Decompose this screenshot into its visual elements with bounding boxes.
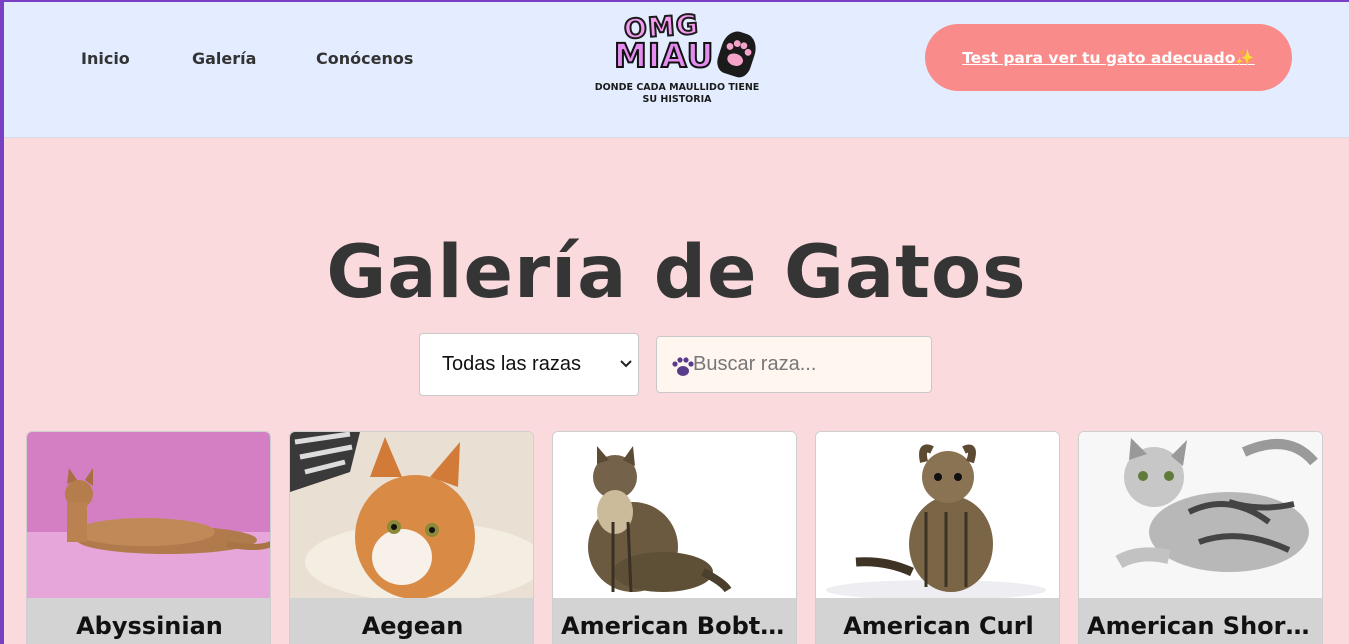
site-logo[interactable]: OMG MIAU DONDE CADA MAULLIDO TIENE SU HI…: [592, 8, 762, 118]
cat-card-name: Abyssinian: [27, 598, 270, 644]
breed-select[interactable]: Todas las razas: [419, 333, 639, 396]
nav-conocenos[interactable]: Conócenos: [316, 49, 413, 68]
cat-card-name: American Curl: [816, 598, 1059, 644]
cat-photo: [27, 432, 270, 598]
cat-photo: [1079, 432, 1322, 598]
page-title: Galería de Gatos: [326, 230, 1027, 315]
cat-photo: [553, 432, 796, 598]
cat-test-button[interactable]: Test para ver tu gato adecuado✨: [925, 24, 1292, 91]
app-window: Inicio Galería Conócenos OMG MIAU DONDE …: [4, 2, 1349, 644]
paw-icon: [670, 354, 696, 380]
cat-card-name: American Bobtail: [553, 598, 796, 644]
logo-tagline: DONDE CADA MAULLIDO TIENE SU HISTORIA: [594, 82, 760, 105]
cat-card[interactable]: Abyssinian: [26, 431, 271, 644]
search-placeholder: Buscar raza...: [693, 353, 817, 375]
search-input[interactable]: Buscar raza...: [656, 336, 932, 393]
cat-card[interactable]: American Curl: [815, 431, 1060, 644]
breed-select-value: Todas las razas: [442, 353, 581, 375]
cat-card[interactable]: American Bobtail: [552, 431, 797, 644]
chevron-down-icon: [620, 356, 632, 372]
cat-card-name: American Shorthair: [1079, 598, 1322, 644]
nav-galeria[interactable]: Galería: [192, 49, 256, 68]
cat-photo: [290, 432, 533, 602]
logo-miau-text: MIAU: [613, 35, 715, 76]
nav-inicio[interactable]: Inicio: [81, 49, 130, 68]
site-header: Inicio Galería Conócenos OMG MIAU DONDE …: [4, 2, 1349, 138]
cat-card-name: Aegean: [290, 598, 533, 644]
cat-photo: [816, 432, 1059, 600]
cat-card[interactable]: Aegean: [289, 431, 534, 644]
paw-icon: [714, 27, 760, 81]
cat-card[interactable]: American Shorthair: [1078, 431, 1323, 644]
